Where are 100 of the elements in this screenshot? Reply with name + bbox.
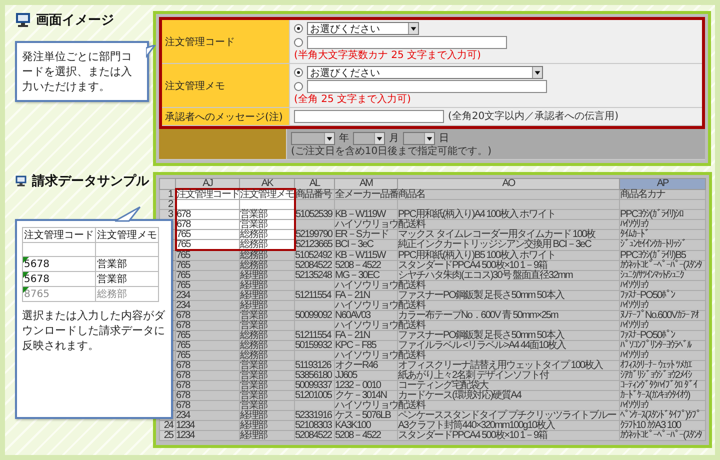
- table-cell: 総務部: [240, 240, 294, 250]
- table-cell: 営業部: [240, 360, 294, 370]
- row-number[interactable]: 2: [160, 200, 176, 210]
- input-hint: (半角大文字英数カナ 25 文字まで入力可): [294, 50, 482, 61]
- callout-text: 選択または入力した内容がダウンロードした請求データに反映されます。: [22, 308, 166, 353]
- caret-icon: [424, 132, 434, 144]
- table-cell: 営業部: [240, 400, 294, 410]
- table-cell: 配送料: [398, 220, 620, 230]
- date-unit: 日: [439, 132, 449, 145]
- table-cell: ファスナーPO鋼鈑製 足長さ50mm 50本入: [398, 330, 620, 340]
- table-cell: 商品名: [398, 189, 620, 200]
- table-cell: 経理部: [240, 290, 294, 300]
- table-cell: 営業部: [240, 220, 294, 230]
- table-cell: 営業部: [240, 210, 294, 220]
- table-cell: 765: [176, 240, 240, 250]
- table-cell: 配送料: [398, 320, 620, 330]
- table-cell: 配送料: [398, 300, 620, 310]
- table-cell: ファイルラベル <リラベル>A4 44面10枚入: [398, 340, 620, 350]
- table-cell: PPC用和紙(柄入り)B5 100枚入 ホワイト: [398, 250, 620, 260]
- column-header[interactable]: AP: [620, 178, 706, 189]
- table-cell: スタンダードPPCA4 500枚×10 1－9箱: [398, 260, 620, 270]
- table-cell: ﾊｲｿｳﾘｮｳ: [620, 300, 706, 310]
- table-cell: ﾀｲﾑｶｰﾄﾞ: [620, 230, 706, 240]
- table-cell: 配送料: [398, 400, 620, 410]
- section-title: 請求データサンプル: [32, 172, 149, 190]
- table-cell: 紙あがり上々2名刺 デザインソフト付: [398, 370, 620, 380]
- table-cell: ｶｰﾄﾞｹｰｽ(ｶﾝｷｮｳﾀｲｵｳ): [620, 390, 706, 400]
- table-cell: ﾊﾟｿｺﾝﾌﾟﾘﾝﾀｰﾖｳﾗﾍﾞﾙ: [620, 340, 706, 350]
- table-cell: 配送料: [398, 350, 620, 360]
- field-label: 注文管理コード: [165, 36, 235, 48]
- table-cell: 注文管理メモ: [240, 189, 294, 200]
- table-cell: 765: [176, 230, 240, 240]
- table-cell: ﾊｲｿｳﾘｮｳ: [620, 350, 706, 360]
- table-cell: 経理部: [240, 430, 294, 440]
- column-header[interactable]: AO: [398, 178, 620, 189]
- dropdown[interactable]: [403, 132, 435, 144]
- radio-button[interactable]: [294, 82, 303, 91]
- dropdown[interactable]: お選びください: [307, 66, 543, 79]
- table-cell: 総務部: [240, 350, 294, 360]
- input-hint: (ご注文日を含め10日後まで指定可能です。): [291, 146, 493, 157]
- table-cell: ペンケーススタンドタイプ プチクリッツライトブルー: [398, 410, 620, 420]
- dropdown[interactable]: [291, 132, 335, 144]
- caret-icon: [324, 132, 334, 144]
- column-header[interactable]: AM: [334, 178, 398, 189]
- dropdown[interactable]: [353, 132, 385, 144]
- table-cell: 商品名カナ: [620, 189, 706, 200]
- input-hint: (全角 25 文字まで入力可): [294, 94, 412, 105]
- table-cell: ｶｳﾈｯﾄｺﾋﾟｰﾍﾟｰﾊﾟｰ(ｽﾀﾝﾀ: [620, 260, 706, 270]
- input-field[interactable]: [294, 110, 444, 123]
- table-cell: 8765: [22, 286, 96, 302]
- table-cell: 総務部: [240, 340, 294, 350]
- table-cell: カラー布テープNo．600V 青 50mm×25m: [398, 310, 620, 320]
- table-cell: カードケース(環境対応)硬質A4: [398, 390, 620, 400]
- table-cell: ﾊｲｿｳﾘｮｳ: [620, 320, 706, 330]
- radio-button[interactable]: [294, 24, 303, 33]
- input-field[interactable]: [307, 36, 507, 49]
- row-number[interactable]: 24: [160, 420, 176, 430]
- column-header[interactable]: AL: [294, 178, 334, 189]
- table-cell: ｼｱｶﾞﾘｼﾞｮｳｼﾞｮｳ2ﾒｲｼ: [620, 370, 706, 380]
- table-cell: ﾊｲｿｳﾘｮｳ: [620, 400, 706, 410]
- table-cell: ｺｰﾃｨﾝｸﾞﾀｸﾊｲﾌﾞｸﾛ ﾀﾞｲ: [620, 380, 706, 390]
- table-cell: PPC用和紙(柄入り)A4 100枚入 ホワイト: [398, 210, 620, 220]
- table-cell: ハイソウリョウ: [334, 280, 398, 290]
- caret-icon: [374, 132, 384, 144]
- input-field[interactable]: [307, 80, 547, 93]
- table-cell: 営業部: [96, 256, 158, 272]
- table-cell: ファスナーPO鋼鈑製 足長さ50mm 50本入: [398, 290, 620, 300]
- table-cell: 営業部: [240, 320, 294, 330]
- table-cell: 全メーカー品番: [334, 189, 398, 200]
- column-header: 注文管理メモ: [96, 228, 158, 242]
- table-cell: 経理部: [240, 270, 294, 280]
- caret-icon: [408, 23, 418, 34]
- table-cell: マックス タイムレコーダー用タイムカード 100枚: [398, 230, 620, 240]
- table-cell: 総務部: [240, 260, 294, 270]
- row-number[interactable]: 3: [160, 210, 176, 220]
- radio-button[interactable]: [294, 68, 303, 77]
- table-cell: ｶｳﾈｯﾄｺﾋﾟｰﾍﾟｰﾊﾟｰ(ｽﾀﾝﾀ: [620, 430, 706, 440]
- table-cell: 経理部: [240, 300, 294, 310]
- table-cell: ﾇﾉﾃｰﾌﾟNo.600Vｶﾗｰ ｱｵ: [620, 310, 706, 320]
- table-cell: ハイソウリョウ: [334, 300, 398, 310]
- table-cell: ﾍﾟﾝｹｰｽ(ｽﾀﾝﾄﾞﾀｲﾌﾟ)ｸﾌﾟ: [620, 410, 706, 420]
- radio-button[interactable]: [294, 38, 303, 47]
- table-cell: 5678: [22, 272, 96, 286]
- column-header: 注文管理コード: [22, 228, 96, 242]
- table-cell: 経理部: [240, 410, 294, 420]
- table-cell: ハイソウリョウ: [334, 220, 398, 230]
- caret-icon: [532, 67, 542, 78]
- dropdown[interactable]: お選びください: [307, 22, 419, 35]
- row-number[interactable]: 25: [160, 430, 176, 440]
- table-cell: 総務部: [240, 230, 294, 240]
- table-cell: 配送料: [398, 280, 620, 290]
- table-cell: 総務部: [96, 286, 158, 302]
- table-cell: PPCﾖｳｼ(ｶﾞﾗｲﾘ)B5: [620, 250, 706, 260]
- date-unit: 年: [339, 132, 349, 145]
- monitor-icon: [15, 12, 31, 28]
- table-cell: PPCﾖｳｼ(ｶﾞﾗｲﾘ)ｼﾛ: [620, 210, 706, 220]
- table-cell: 純正インクカートリッジシアン交換用 BCI－3eC: [398, 240, 620, 250]
- row-number[interactable]: 1: [160, 189, 176, 200]
- table-cell: 総務部: [240, 330, 294, 340]
- table-cell: 678: [176, 220, 240, 230]
